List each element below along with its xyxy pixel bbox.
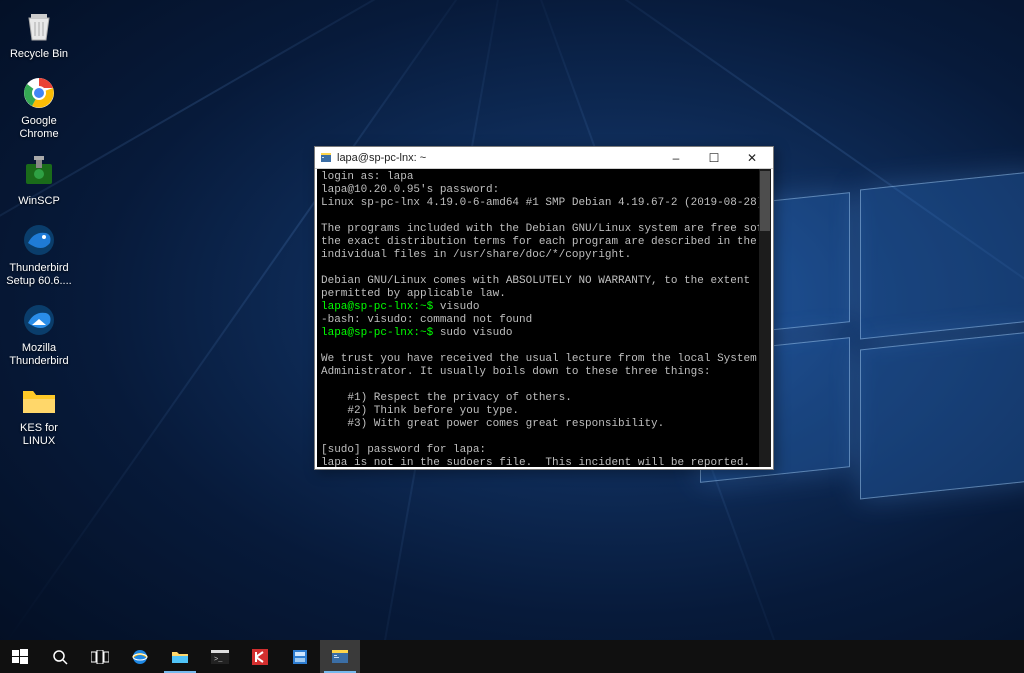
start-button[interactable] <box>0 640 40 673</box>
terminal-area[interactable]: login as: lapalapa@10.20.0.95's password… <box>317 169 771 467</box>
taskbar-explorer[interactable] <box>160 640 200 673</box>
putty-icon <box>331 649 349 665</box>
scrollbar-thumb[interactable] <box>760 171 770 231</box>
terminal-output[interactable]: login as: lapalapa@10.20.0.95's password… <box>317 169 759 467</box>
taskbar-cmd[interactable]: >_ <box>200 640 240 673</box>
desktop-icons: Recycle Bin Google Chrome WinSCP Thunder… <box>4 0 84 454</box>
taskbar-kaspersky[interactable] <box>240 640 280 673</box>
desktop-icon-label: KES for LINUX <box>4 422 74 448</box>
terminal-scrollbar[interactable] <box>759 169 771 467</box>
chrome-icon <box>19 73 59 113</box>
desktop-icon-label: Recycle Bin <box>4 48 74 61</box>
cmd-icon: >_ <box>211 650 229 664</box>
winscp-icon <box>19 153 59 193</box>
kaspersky-icon <box>251 648 269 666</box>
desktop-icon-label: Mozilla Thunderbird <box>4 342 74 368</box>
windows-icon <box>12 649 28 665</box>
taskbar-ie[interactable] <box>120 640 160 673</box>
svg-text:>_: >_ <box>214 656 223 664</box>
desktop-icon-recycle-bin[interactable]: Recycle Bin <box>4 2 74 67</box>
desktop-icon-label: WinSCP <box>4 195 74 208</box>
search-button[interactable] <box>40 640 80 673</box>
desktop-icon-label: Google Chrome <box>4 115 74 141</box>
putty-window[interactable]: lapa@sp-pc-lnx: ~ – ☐ ✕ login as: lapala… <box>314 146 774 470</box>
taskbar-app[interactable] <box>280 640 320 673</box>
search-icon <box>52 649 68 665</box>
taskbar: >_ <box>0 640 1024 673</box>
putty-titlebar[interactable]: lapa@sp-pc-lnx: ~ – ☐ ✕ <box>315 147 773 169</box>
desktop-icon-google-chrome[interactable]: Google Chrome <box>4 69 74 147</box>
putty-title: lapa@sp-pc-lnx: ~ <box>337 152 657 164</box>
desktop-icon-label: Thunderbird Setup 60.6.... <box>4 262 74 288</box>
desktop-icon-kes-linux[interactable]: KES for LINUX <box>4 376 74 454</box>
thunderbird-icon <box>19 300 59 340</box>
taskview-icon <box>91 650 109 664</box>
taskview-button[interactable] <box>80 640 120 673</box>
close-button[interactable]: ✕ <box>733 148 771 168</box>
maximize-button[interactable]: ☐ <box>695 148 733 168</box>
recycle-bin-icon <box>19 6 59 46</box>
app-icon <box>291 648 309 666</box>
desktop-icon-mozilla-thunderbird[interactable]: Mozilla Thunderbird <box>4 296 74 374</box>
desktop-icon-thunderbird-setup[interactable]: Thunderbird Setup 60.6.... <box>4 216 74 294</box>
ie-icon <box>131 648 149 666</box>
folder-icon <box>171 649 189 665</box>
thunderbird-setup-icon <box>19 220 59 260</box>
minimize-button[interactable]: – <box>657 148 695 168</box>
taskbar-putty[interactable] <box>320 640 360 673</box>
putty-icon <box>319 151 333 165</box>
folder-icon <box>19 380 59 420</box>
desktop-icon-winscp[interactable]: WinSCP <box>4 149 74 214</box>
